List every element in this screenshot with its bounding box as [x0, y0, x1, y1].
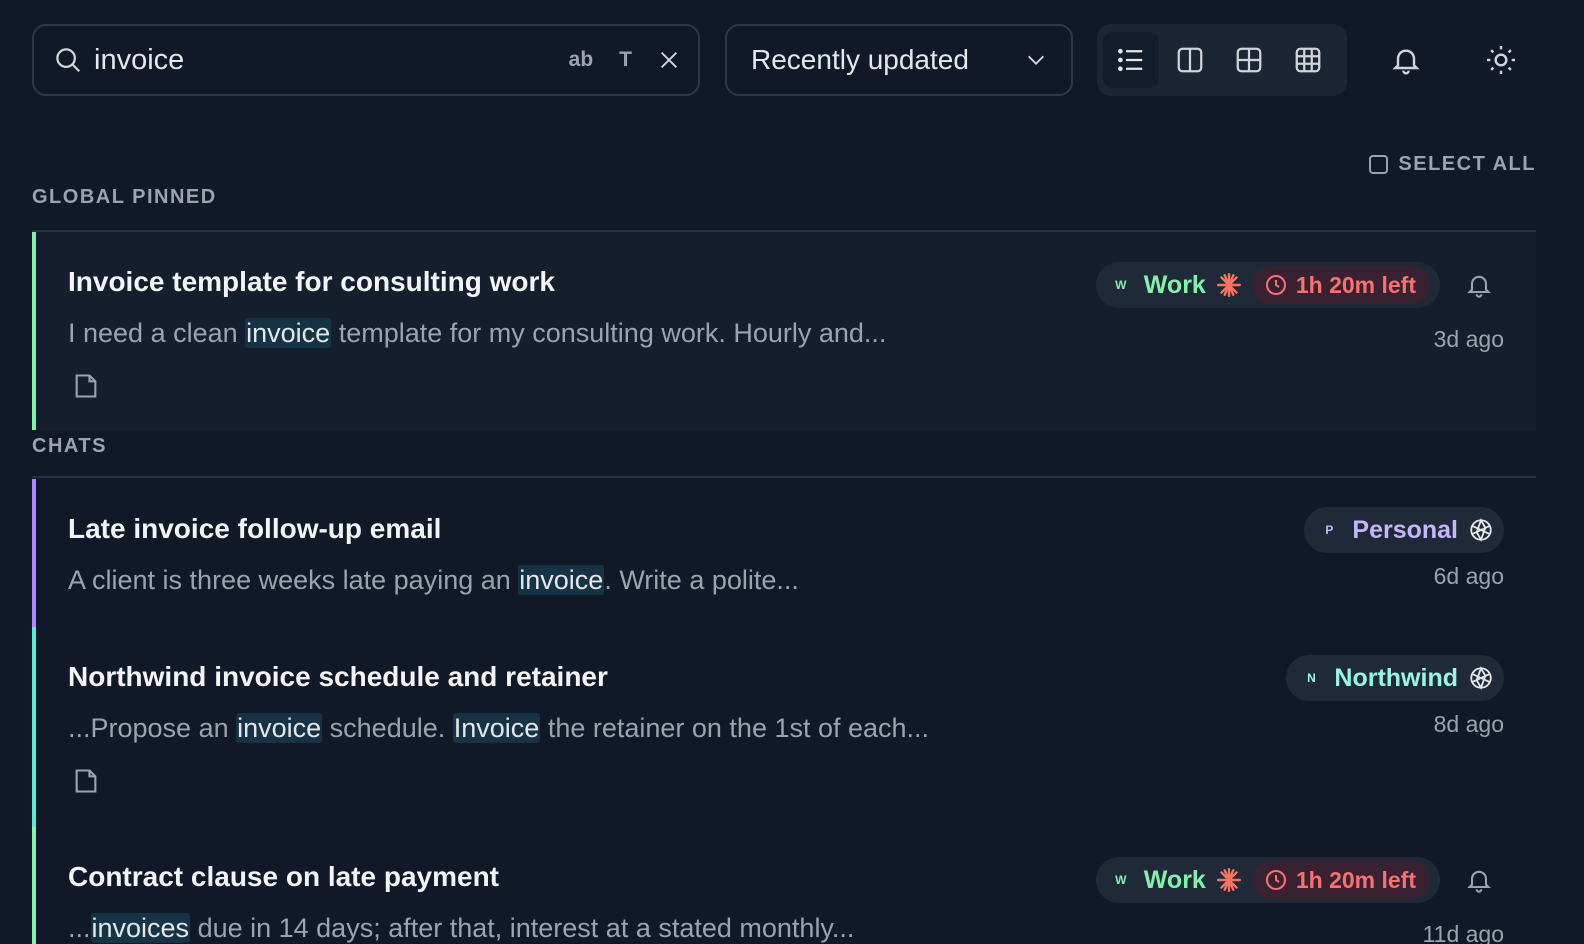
search-box[interactable]: invoice ab T: [32, 24, 700, 96]
sparkle-icon: [1216, 867, 1242, 893]
chat-card[interactable]: Contract clause on late payment ...invoi…: [32, 827, 1536, 944]
card-accent-bar: [32, 627, 36, 827]
card-accent-bar: [32, 232, 36, 430]
sort-selected-label: Recently updated: [751, 44, 969, 75]
folder-tag-personal[interactable]: P Personal: [1304, 507, 1504, 553]
search-highlight: invoices: [90, 913, 191, 943]
card-title: Invoice template for consulting work: [68, 266, 555, 297]
clock-icon: [1265, 275, 1286, 295]
reminder-bell-button[interactable]: [1462, 863, 1496, 897]
bell-icon: [1392, 49, 1420, 75]
card-title: Northwind invoice schedule and retainer: [68, 661, 608, 692]
openai-icon: [1468, 517, 1494, 543]
updated-time: 8d ago: [1433, 711, 1504, 737]
section-label-chats: CHATS: [32, 435, 107, 457]
due-label: 1h 20m left: [1295, 271, 1416, 298]
select-all-checkbox[interactable]: SELECT ALL: [1369, 153, 1536, 176]
card-title: Late invoice follow-up email: [68, 513, 442, 544]
folder-tag-work[interactable]: W Work 1h 20m left: [1095, 857, 1440, 903]
view-grid-button[interactable]: [1221, 32, 1277, 88]
clear-search-button[interactable]: [658, 49, 680, 71]
card-snippet: A client is three weeks late paying an i…: [68, 565, 799, 595]
view-mode-switcher: [1097, 24, 1347, 96]
document-icon: [72, 372, 102, 402]
search-highlight: invoice: [518, 565, 605, 595]
match-case-toggle[interactable]: T: [619, 48, 632, 72]
view-dense-grid-button[interactable]: [1280, 32, 1336, 88]
columns-icon: [1177, 47, 1203, 73]
due-badge: 1h 20m left: [1251, 266, 1430, 304]
view-columns-button[interactable]: [1162, 32, 1218, 88]
sort-dropdown[interactable]: Recently updated: [725, 24, 1073, 96]
grid-icon: [1236, 47, 1262, 73]
bell-icon: [1467, 870, 1491, 893]
document-icon: [72, 767, 102, 797]
chat-card[interactable]: Invoice template for consulting work I n…: [32, 232, 1536, 430]
search-icon: [52, 44, 84, 76]
chat-card[interactable]: Northwind invoice schedule and retainer …: [32, 627, 1536, 827]
card-accent-bar: [32, 479, 36, 627]
search-highlight: invoice: [245, 318, 332, 348]
search-highlight: invoice: [236, 713, 323, 743]
updated-time: 6d ago: [1433, 563, 1504, 589]
toolbar: invoice ab T Recently updated: [32, 24, 1552, 96]
reminder-bell-button[interactable]: [1462, 268, 1496, 302]
folder-tag-northwind[interactable]: N Northwind: [1286, 655, 1504, 701]
search-highlight: Invoice: [452, 713, 541, 743]
select-all-label: SELECT ALL: [1398, 153, 1536, 175]
card-snippet: ...Propose an invoice schedule. Invoice …: [68, 713, 930, 743]
search-input[interactable]: invoice: [94, 44, 543, 77]
sparkle-icon: [1216, 272, 1242, 298]
tag-label: Work: [1143, 865, 1206, 894]
card-accent-bar: [32, 827, 36, 944]
chat-card[interactable]: Late invoice follow-up email A client is…: [32, 479, 1536, 627]
due-label: 1h 20m left: [1295, 866, 1416, 893]
updated-time: 11d ago: [1422, 921, 1504, 944]
tag-initial: W: [1115, 873, 1127, 887]
divider: [32, 476, 1536, 478]
tag-initial: P: [1325, 523, 1334, 537]
bell-icon: [1467, 275, 1491, 298]
tag-initial: W: [1115, 278, 1127, 292]
section-label-global-pinned: GLOBAL PINNED: [32, 186, 217, 208]
updated-time: 3d ago: [1433, 326, 1504, 352]
match-whole-word-toggle[interactable]: ab: [569, 48, 594, 72]
folder-tag-work[interactable]: W Work 1h 20m left: [1095, 262, 1440, 308]
openai-icon: [1468, 665, 1494, 691]
tag-label: Work: [1143, 270, 1206, 299]
checkbox-icon: [1369, 155, 1389, 174]
sun-icon: [1487, 46, 1515, 74]
due-badge: 1h 20m left: [1251, 861, 1430, 899]
card-snippet: I need a clean invoice template for my c…: [68, 318, 887, 348]
tag-initial: N: [1307, 671, 1316, 685]
card-title: Contract clause on late payment: [68, 861, 500, 892]
tag-label: Northwind: [1334, 663, 1458, 692]
dense-grid-icon: [1295, 47, 1321, 73]
clock-icon: [1265, 870, 1286, 890]
card-snippet: ...invoices due in 14 days; after that, …: [68, 913, 855, 943]
chevron-down-icon: [1025, 49, 1047, 71]
notifications-button[interactable]: [1384, 38, 1428, 82]
theme-toggle-button[interactable]: [1479, 38, 1523, 82]
tag-label: Personal: [1352, 515, 1458, 544]
view-list-button[interactable]: [1103, 32, 1159, 88]
close-icon: [661, 52, 677, 68]
list-icon: [1118, 48, 1143, 72]
